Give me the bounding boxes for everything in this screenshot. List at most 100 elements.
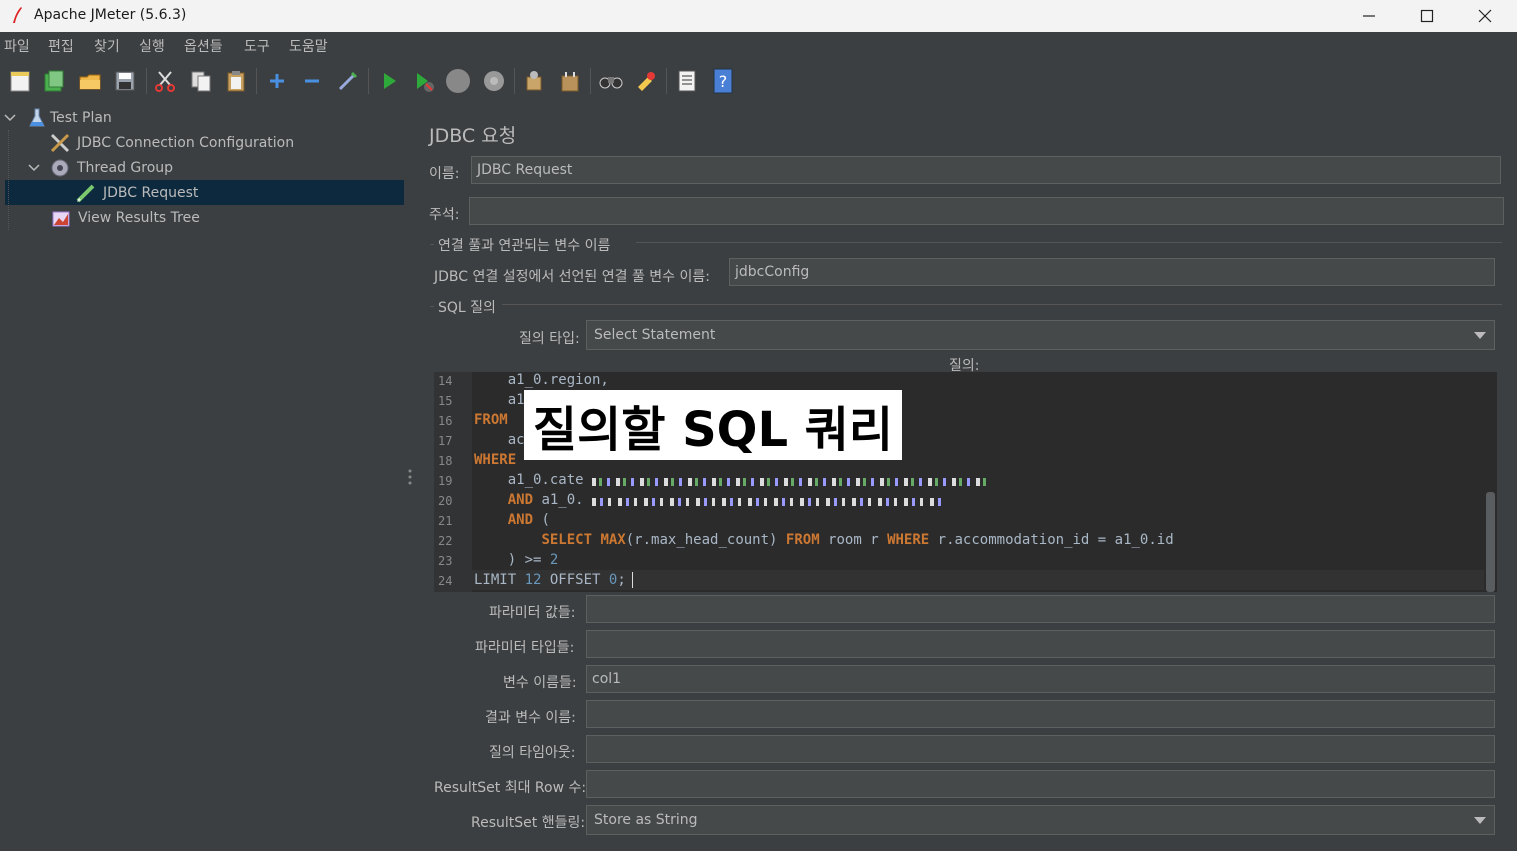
tree-item-label: Thread Group xyxy=(77,159,174,176)
expand-all-button[interactable] xyxy=(264,68,290,94)
editor-vertical-scrollbar[interactable] xyxy=(1486,492,1495,592)
line-number: 19 xyxy=(438,474,453,488)
query-type-select[interactable]: Select Statement xyxy=(586,320,1495,350)
comment-label: 주석: xyxy=(429,207,460,223)
resultset-handling-value: Store as String xyxy=(594,812,698,828)
paste-button[interactable] xyxy=(223,68,249,94)
toolbar-separator xyxy=(590,68,591,94)
menu-file[interactable]: 파일 xyxy=(4,36,30,56)
tree-item-label: JDBC Connection Configuration xyxy=(77,134,295,151)
chevron-down-icon[interactable] xyxy=(28,162,40,174)
pool-section-title: 연결 풀과 연관되는 변수 이름 xyxy=(438,238,611,254)
clear-button[interactable] xyxy=(521,68,547,94)
chevron-down-icon[interactable] xyxy=(4,112,16,124)
menu-edit[interactable]: 편집 xyxy=(48,36,74,56)
shutdown-button[interactable] xyxy=(481,68,507,94)
clear-all-button[interactable] xyxy=(557,68,583,94)
tree-item-jdbc-request[interactable]: JDBC Request xyxy=(5,180,404,205)
copy-button[interactable] xyxy=(188,68,214,94)
toolbar-separator xyxy=(146,68,147,94)
stop-icon xyxy=(446,69,470,93)
minimize-button[interactable] xyxy=(1340,0,1398,32)
menu-bar: 파일 편집 찾기 실행 옵션들 도구 도움말 xyxy=(0,32,1517,58)
menu-search[interactable]: 찾기 xyxy=(94,36,120,56)
param-values-field[interactable] xyxy=(586,595,1495,623)
code-keyword: WHERE xyxy=(887,532,930,548)
pen-icon xyxy=(76,184,95,202)
max-rows-field[interactable] xyxy=(586,770,1495,798)
help-button[interactable]: ? xyxy=(710,68,736,94)
resultset-handling-select[interactable]: Store as String xyxy=(586,805,1495,835)
code-line: AND ( xyxy=(474,512,550,528)
code-number: 12 xyxy=(524,572,542,588)
jmeter-feather-icon xyxy=(13,7,22,23)
menu-help[interactable]: 도움말 xyxy=(289,36,328,56)
chart-icon xyxy=(52,211,70,226)
variable-names-field[interactable]: col1 xyxy=(586,665,1495,693)
menu-tools[interactable]: 도구 xyxy=(244,36,270,56)
menu-options[interactable]: 옵션들 xyxy=(184,36,223,56)
code-line: a1 xyxy=(474,392,525,408)
code-text: (r.max_head_count) xyxy=(625,532,786,548)
redacted-text xyxy=(592,478,990,486)
code-line: a1_0.region, xyxy=(474,372,609,388)
line-number: 15 xyxy=(438,394,453,408)
toggle-button[interactable] xyxy=(335,68,361,94)
code-text: ) >= xyxy=(474,552,550,568)
code-keyword: AND xyxy=(507,512,534,528)
start-no-pauses-button[interactable] xyxy=(411,68,437,94)
text-cursor xyxy=(631,572,633,588)
open-folder-icon xyxy=(79,74,101,90)
maximize-button[interactable] xyxy=(1398,0,1456,32)
resultset-handling-label: ResultSet 핸들링: xyxy=(471,815,586,831)
new-button[interactable] xyxy=(7,68,33,94)
pool-variable-field[interactable]: jdbcConfig xyxy=(729,258,1495,286)
tree-item-thread-group[interactable]: Thread Group xyxy=(0,155,404,180)
code-keyword: SELECT xyxy=(541,532,593,548)
result-variable-field[interactable] xyxy=(586,700,1495,728)
query-timeout-field[interactable] xyxy=(586,735,1495,763)
code-line: WHERE xyxy=(474,452,517,468)
reset-search-button[interactable] xyxy=(633,68,659,94)
toggle-wand-icon xyxy=(338,72,357,91)
open-button[interactable] xyxy=(77,68,103,94)
function-helper-button[interactable] xyxy=(674,68,700,94)
gear-icon xyxy=(51,159,69,176)
code-text: a1_0. xyxy=(533,492,584,508)
sql-section-title: SQL 질의 xyxy=(438,300,496,316)
code-line: LIMIT 12 OFFSET 0; xyxy=(474,572,633,588)
line-number: 24 xyxy=(438,574,453,588)
split-pane-divider[interactable] xyxy=(404,104,416,851)
new-document-icon xyxy=(10,71,30,92)
pool-variable-label: JDBC 연결 설정에서 선언된 연결 풀 변수 이름: xyxy=(434,269,710,285)
code-number: 2 xyxy=(549,552,559,568)
section-border xyxy=(430,244,434,245)
tree-item-jdbc-connection-configuration[interactable]: JDBC Connection Configuration xyxy=(0,130,404,155)
close-button[interactable] xyxy=(1456,0,1514,32)
tree-item-test-plan[interactable]: Test Plan xyxy=(0,105,404,130)
stop-button[interactable] xyxy=(445,68,471,94)
tree-item-label: JDBC Request xyxy=(103,184,199,201)
clear-all-broom-icon xyxy=(561,72,579,92)
code-line: FROM xyxy=(474,412,508,428)
function-list-icon xyxy=(678,70,696,92)
cut-button[interactable] xyxy=(152,68,178,94)
cut-icon xyxy=(155,71,175,92)
search-button[interactable] xyxy=(598,68,624,94)
result-variable-label: 결과 변수 이름: xyxy=(485,710,576,726)
save-button[interactable] xyxy=(112,68,138,94)
code-text: a1_0.cate xyxy=(474,472,584,488)
comment-field[interactable] xyxy=(469,197,1504,225)
templates-button[interactable] xyxy=(41,68,67,94)
close-icon xyxy=(1478,9,1492,23)
max-rows-label: ResultSet 최대 Row 수: xyxy=(434,780,587,796)
param-types-field[interactable] xyxy=(586,630,1495,658)
window-title: Apache JMeter (5.6.3) xyxy=(34,7,187,23)
start-button[interactable] xyxy=(376,68,402,94)
tree-item-view-results-tree[interactable]: View Results Tree xyxy=(0,205,404,230)
name-field[interactable]: JDBC Request xyxy=(471,156,1501,184)
collapse-all-button[interactable] xyxy=(299,68,325,94)
line-number: 17 xyxy=(438,434,453,448)
menu-run[interactable]: 실행 xyxy=(139,36,165,56)
toolbar-separator xyxy=(256,68,257,94)
